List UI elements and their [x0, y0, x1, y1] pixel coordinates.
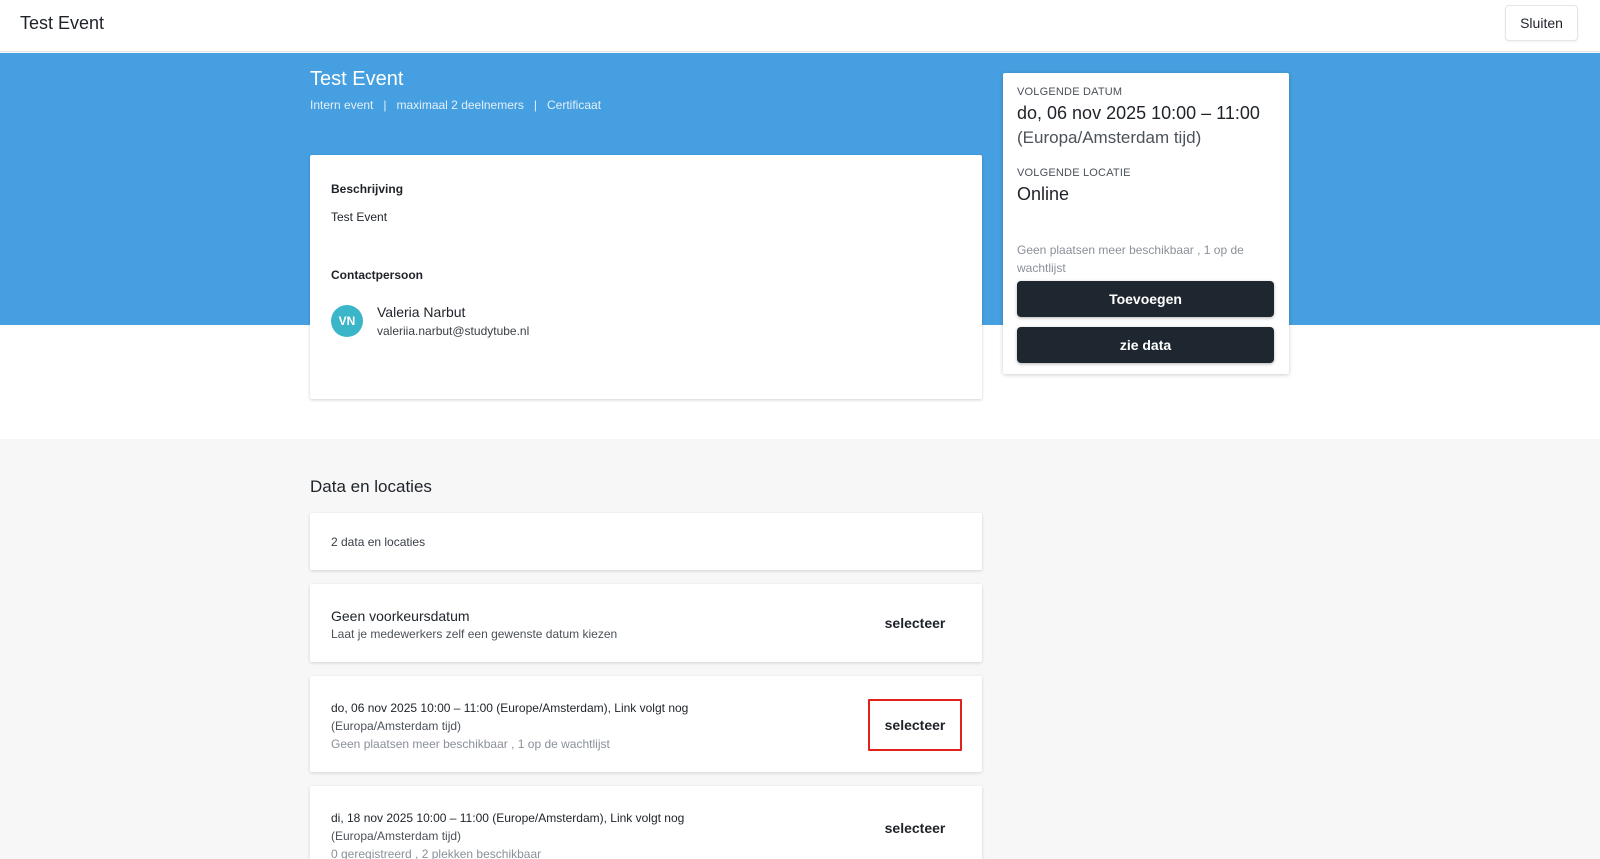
- contact-email: valeriia.narbut@studytube.nl: [377, 324, 530, 338]
- description-label: Beschrijving: [331, 182, 404, 196]
- top-bar: Test Event Sluiten: [0, 0, 1600, 52]
- window-title: Test Event: [20, 13, 105, 33]
- date-row-no-preference: Geen voorkeursdatum Laat je medewerkers …: [310, 584, 982, 662]
- select-button[interactable]: selecteer: [868, 605, 962, 641]
- description-text: Test Event: [331, 210, 388, 224]
- next-date-timezone: (Europa/Amsterdam tijd): [1017, 128, 1202, 147]
- dates-count-card: 2 data en locaties: [310, 513, 982, 570]
- row-timezone: (Europa/Amsterdam tijd): [331, 719, 462, 733]
- event-title: Test Event: [310, 68, 404, 90]
- max-participants: maximaal 2 deelnemers: [396, 98, 524, 112]
- add-button[interactable]: Toevoegen: [1017, 281, 1274, 317]
- row-date: di, 18 nov 2025 10:00 – 11:00 (Europe/Am…: [331, 811, 685, 825]
- dates-count: 2 data en locaties: [331, 535, 426, 549]
- row-subtitle: Laat je medewerkers zelf een gewenste da…: [331, 627, 618, 641]
- avatar: VN: [331, 305, 363, 337]
- availability-text: Geen plaatsen meer beschikbaar , 1 op de…: [1017, 243, 1244, 275]
- next-location-label: VOLGENDE LOCATIE: [1017, 167, 1131, 179]
- event-type: Intern event: [310, 98, 374, 112]
- row-title: Geen voorkeursdatum: [331, 608, 470, 624]
- select-button[interactable]: selecteer: [868, 699, 962, 751]
- event-meta: Intern event | maximaal 2 deelnemers | C…: [310, 98, 601, 112]
- row-timezone: (Europa/Amsterdam tijd): [331, 829, 462, 843]
- next-date: do, 06 nov 2025 10:00 – 11:00: [1017, 103, 1260, 123]
- contact-label: Contactpersoon: [331, 268, 424, 282]
- description-card: Beschrijving Test Event Contactpersoon V…: [310, 155, 982, 399]
- see-dates-button[interactable]: zie data: [1017, 327, 1274, 363]
- select-button[interactable]: selecteer: [868, 810, 962, 846]
- certificate-label: Certificaat: [547, 98, 602, 112]
- row-availability: Geen plaatsen meer beschikbaar , 1 op de…: [331, 737, 610, 751]
- contact-name: Valeria Narbut: [377, 304, 466, 320]
- next-location: Online: [1017, 184, 1070, 204]
- close-button[interactable]: Sluiten: [1505, 5, 1578, 41]
- date-row-06-nov: do, 06 nov 2025 10:00 – 11:00 (Europe/Am…: [310, 676, 982, 772]
- next-date-card: VOLGENDE DATUM do, 06 nov 2025 10:00 – 1…: [1003, 73, 1289, 374]
- meta-separator: |: [383, 98, 387, 112]
- date-row-18-nov: di, 18 nov 2025 10:00 – 11:00 (Europe/Am…: [310, 786, 982, 859]
- meta-separator: |: [533, 98, 538, 112]
- row-date: do, 06 nov 2025 10:00 – 11:00 (Europe/Am…: [331, 701, 689, 715]
- next-date-label: VOLGENDE DATUM: [1017, 86, 1123, 98]
- row-availability: 0 geregistreerd , 2 plekken beschikbaar: [331, 847, 542, 859]
- section-title: Data en locaties: [310, 477, 432, 496]
